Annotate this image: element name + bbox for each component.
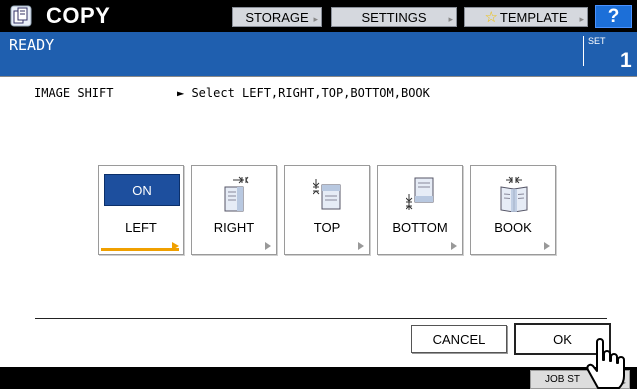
option-bottom-button[interactable]: BOTTOM <box>377 165 463 255</box>
cancel-button[interactable]: CANCEL <box>411 325 507 353</box>
copy-app-icon <box>10 5 32 27</box>
instruction-text: ► Select LEFT,RIGHT,TOP,BOTTOM,BOOK <box>177 86 430 100</box>
corner-arrow-icon <box>265 242 271 250</box>
shift-right-icon <box>224 176 249 212</box>
selection-bar <box>101 248 179 251</box>
corner-arrow-icon: ▸ <box>579 14 584 24</box>
function-name: IMAGE SHIFT <box>34 86 114 100</box>
corner-arrow-icon <box>544 242 550 250</box>
status-message: READY <box>9 36 55 54</box>
option-label: BOOK <box>494 220 532 235</box>
storage-button-label: STORAGE <box>245 9 309 25</box>
settings-button[interactable]: SETTINGS ▸ <box>331 7 457 27</box>
shift-top-icon <box>313 179 341 210</box>
book-icon <box>500 176 528 212</box>
option-book-button[interactable]: BOOK <box>470 165 556 255</box>
option-top-button[interactable]: TOP <box>284 165 370 255</box>
status-divider <box>0 76 637 77</box>
option-right-button[interactable]: RIGHT <box>191 165 277 255</box>
set-count: 1 <box>620 49 632 72</box>
on-indicator: ON <box>104 174 180 206</box>
set-label: SET <box>588 36 606 46</box>
help-button[interactable]: ? <box>595 5 632 28</box>
template-button[interactable]: ☆ TEMPLATE ▸ <box>464 7 588 27</box>
set-divider <box>583 36 584 66</box>
template-button-label: TEMPLATE <box>499 9 568 25</box>
settings-button-label: SETTINGS <box>361 9 427 25</box>
corner-arrow-icon: ▸ <box>313 14 318 24</box>
corner-arrow-icon: ▸ <box>448 14 453 24</box>
option-label: BOTTOM <box>392 220 448 235</box>
option-label: LEFT <box>125 220 157 235</box>
corner-arrow-icon <box>358 242 364 250</box>
app-title: COPY <box>46 3 111 28</box>
selected-arrow-icon <box>172 242 179 250</box>
storage-button[interactable]: STORAGE ▸ <box>232 7 322 27</box>
action-divider <box>35 318 607 319</box>
status-bar: READY SET 1 <box>0 32 637 76</box>
option-label: RIGHT <box>213 220 255 235</box>
pointer-hand-icon <box>586 338 625 389</box>
shift-bottom-icon <box>406 177 434 210</box>
corner-arrow-icon <box>451 242 457 250</box>
star-icon: ☆ <box>484 9 498 26</box>
option-label: TOP <box>313 220 341 235</box>
top-bar: COPY STORAGE ▸ SETTINGS ▸ ☆ TEMPLATE ▸ ? <box>0 0 637 32</box>
option-left-button[interactable]: ON LEFT <box>98 165 184 255</box>
